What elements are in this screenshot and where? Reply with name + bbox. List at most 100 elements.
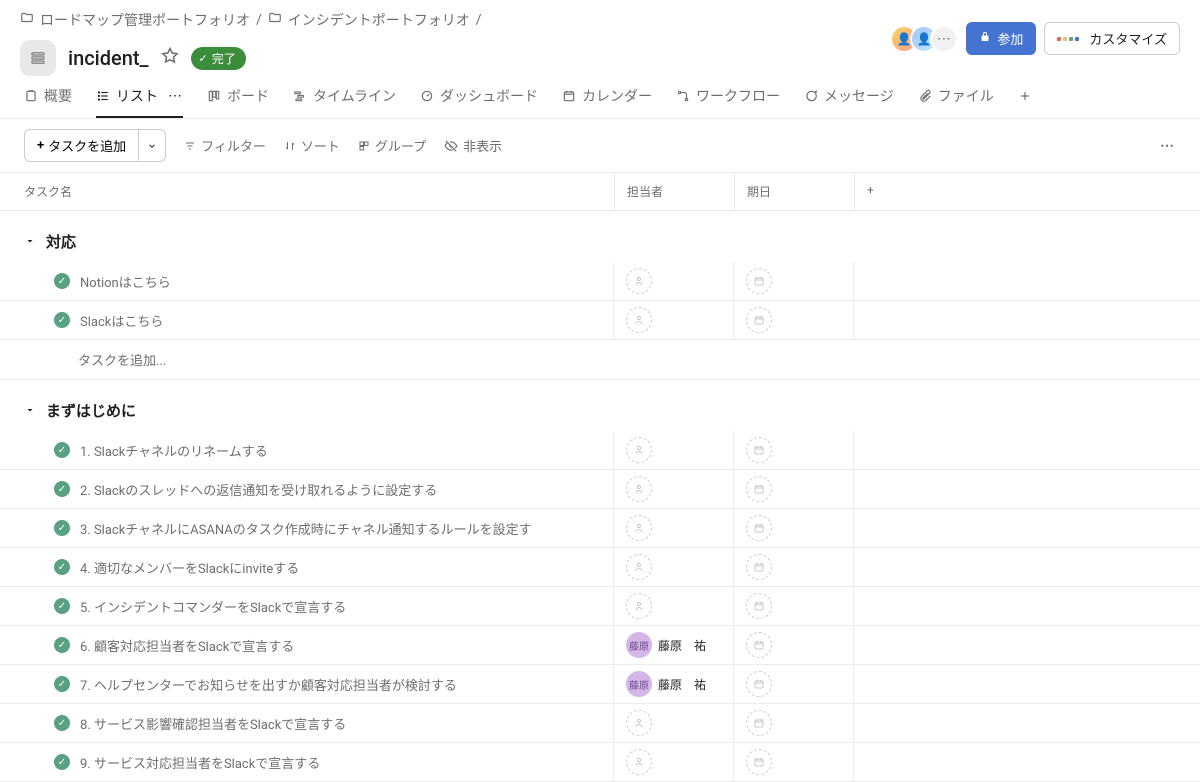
task-name-cell[interactable]: ✓2. Slackのスレッドへの返信通知を受け取れるように設定する xyxy=(0,471,614,508)
date-empty-icon[interactable] xyxy=(746,749,772,775)
column-header-assignee[interactable]: 担当者 xyxy=(614,173,734,210)
task-row[interactable]: ✓1. Slackチャネルのリネームする xyxy=(0,431,1200,470)
tab-timeline[interactable]: タイムライン xyxy=(293,86,396,118)
breadcrumb-link-1[interactable]: インシデントポートフォリオ xyxy=(288,10,470,30)
due-date-cell[interactable] xyxy=(734,665,854,703)
complete-check-icon[interactable]: ✓ xyxy=(54,442,70,458)
due-date-cell[interactable] xyxy=(734,262,854,300)
due-date-cell[interactable] xyxy=(734,626,854,664)
assignee-empty-icon[interactable] xyxy=(626,710,652,736)
task-row[interactable]: ✓4. 適切なメンバーをSlackにinviteする xyxy=(0,548,1200,587)
assignee-empty-icon[interactable] xyxy=(626,476,652,502)
assignee-cell[interactable] xyxy=(614,509,734,547)
task-row[interactable]: ✓5. インシデントコマンダーをSlackで宣言する xyxy=(0,587,1200,626)
task-name-cell[interactable]: ✓9. サービス対応担当者をSlackで宣言する xyxy=(0,744,614,781)
task-name-cell[interactable]: ✓1. Slackチャネルのリネームする xyxy=(0,432,614,469)
due-date-cell[interactable] xyxy=(734,509,854,547)
task-name-cell[interactable]: ✓Notionはこちら xyxy=(0,263,614,300)
status-pill[interactable]: 完了 xyxy=(191,47,246,70)
section-header[interactable]: まずはじめに xyxy=(0,380,1200,431)
complete-check-icon[interactable]: ✓ xyxy=(54,559,70,575)
due-date-cell[interactable] xyxy=(734,548,854,586)
date-empty-icon[interactable] xyxy=(746,515,772,541)
assignee-cell[interactable] xyxy=(614,470,734,508)
project-title[interactable]: incident_ xyxy=(68,46,149,70)
complete-check-icon[interactable]: ✓ xyxy=(54,273,70,289)
assignee-cell[interactable]: 藤原藤原 祐 xyxy=(614,665,734,703)
hide-button[interactable]: 非表示 xyxy=(444,136,502,155)
date-empty-icon[interactable] xyxy=(746,593,772,619)
task-row[interactable]: ✓2. Slackのスレッドへの返信通知を受け取れるように設定する xyxy=(0,470,1200,509)
assignee-empty-icon[interactable] xyxy=(626,268,652,294)
complete-check-icon[interactable]: ✓ xyxy=(54,715,70,731)
member-more[interactable]: ⋯ xyxy=(930,25,958,53)
sort-button[interactable]: ソート xyxy=(284,136,340,155)
customize-button[interactable]: カスタマイズ xyxy=(1044,22,1180,55)
tab-more-icon[interactable]: ⋯ xyxy=(168,88,183,104)
assignee-cell[interactable] xyxy=(614,262,734,300)
task-row[interactable]: ✓8. サービス影響確認担当者をSlackで宣言する xyxy=(0,704,1200,743)
date-empty-icon[interactable] xyxy=(746,437,772,463)
due-date-cell[interactable] xyxy=(734,704,854,742)
date-empty-icon[interactable] xyxy=(746,268,772,294)
assignee-cell[interactable]: 藤原藤原 祐 xyxy=(614,626,734,664)
column-header-due[interactable]: 期日 xyxy=(734,173,854,210)
complete-check-icon[interactable]: ✓ xyxy=(54,676,70,692)
tab-calendar[interactable]: カレンダー xyxy=(562,86,652,118)
tab-message[interactable]: メッセージ xyxy=(804,86,894,118)
column-header-name[interactable]: タスク名 xyxy=(0,173,614,210)
add-task-inline[interactable]: タスクを追加... xyxy=(0,340,1200,380)
add-task-button[interactable]: +タスクを追加 xyxy=(24,129,139,162)
task-name-cell[interactable]: ✓Slackはこちら xyxy=(0,302,614,339)
task-name-cell[interactable]: ✓8. サービス影響確認担当者をSlackで宣言する xyxy=(0,705,614,742)
assignee-cell[interactable] xyxy=(614,743,734,781)
join-button[interactable]: 参加 xyxy=(966,22,1036,55)
assignee-cell[interactable] xyxy=(614,704,734,742)
complete-check-icon[interactable]: ✓ xyxy=(54,754,70,770)
complete-check-icon[interactable]: ✓ xyxy=(54,637,70,653)
assignee-empty-icon[interactable] xyxy=(626,749,652,775)
assignee-cell[interactable] xyxy=(614,301,734,339)
complete-check-icon[interactable]: ✓ xyxy=(54,520,70,536)
task-row[interactable]: ✓Slackはこちら xyxy=(0,301,1200,340)
date-empty-icon[interactable] xyxy=(746,632,772,658)
assignee-empty-icon[interactable] xyxy=(626,554,652,580)
task-row[interactable]: ✓9. サービス対応担当者をSlackで宣言する xyxy=(0,743,1200,782)
column-add[interactable]: + xyxy=(854,173,894,210)
assignee-empty-icon[interactable] xyxy=(626,307,652,333)
complete-check-icon[interactable]: ✓ xyxy=(54,598,70,614)
date-empty-icon[interactable] xyxy=(746,554,772,580)
tab-add[interactable] xyxy=(1018,89,1032,115)
task-name-cell[interactable]: ✓3. SlackチャネルにASANAのタスク作成時にチャネル通知するルールを設… xyxy=(0,510,614,547)
assignee-empty-icon[interactable] xyxy=(626,593,652,619)
date-empty-icon[interactable] xyxy=(746,671,772,697)
assignee-cell[interactable] xyxy=(614,431,734,469)
tab-list[interactable]: リスト⋯ xyxy=(96,86,183,118)
toolbar-more[interactable]: ⋯ xyxy=(1160,138,1176,154)
complete-check-icon[interactable]: ✓ xyxy=(54,312,70,328)
tab-workflow[interactable]: ワークフロー xyxy=(676,86,780,118)
avatar-stack[interactable]: 👤 👤 ⋯ xyxy=(890,25,958,53)
complete-check-icon[interactable]: ✓ xyxy=(54,481,70,497)
tab-board[interactable]: ボード xyxy=(207,86,269,118)
task-name-cell[interactable]: ✓6. 顧客対応担当者をSlackで宣言する xyxy=(0,627,614,664)
tab-file[interactable]: ファイル xyxy=(918,86,994,118)
task-name-cell[interactable]: ✓7. ヘルプセンターでお知らせを出すか顧客対応担当者が検討する xyxy=(0,666,614,703)
task-name-cell[interactable]: ✓5. インシデントコマンダーをSlackで宣言する xyxy=(0,588,614,625)
tab-dashboard[interactable]: ダッシュボード xyxy=(420,86,538,118)
assignee-cell[interactable] xyxy=(614,587,734,625)
task-row[interactable]: ✓Notionはこちら xyxy=(0,262,1200,301)
task-row[interactable]: ✓3. SlackチャネルにASANAのタスク作成時にチャネル通知するルールを設… xyxy=(0,509,1200,548)
task-name-cell[interactable]: ✓4. 適切なメンバーをSlackにinviteする xyxy=(0,549,614,586)
due-date-cell[interactable] xyxy=(734,470,854,508)
task-row[interactable]: ✓7. ヘルプセンターでお知らせを出すか顧客対応担当者が検討する藤原藤原 祐 xyxy=(0,665,1200,704)
due-date-cell[interactable] xyxy=(734,587,854,625)
assignee-empty-icon[interactable] xyxy=(626,515,652,541)
due-date-cell[interactable] xyxy=(734,301,854,339)
date-empty-icon[interactable] xyxy=(746,476,772,502)
date-empty-icon[interactable] xyxy=(746,307,772,333)
section-header[interactable]: 対応 xyxy=(0,211,1200,262)
add-task-dropdown[interactable] xyxy=(139,129,166,162)
assignee-empty-icon[interactable] xyxy=(626,437,652,463)
date-empty-icon[interactable] xyxy=(746,710,772,736)
